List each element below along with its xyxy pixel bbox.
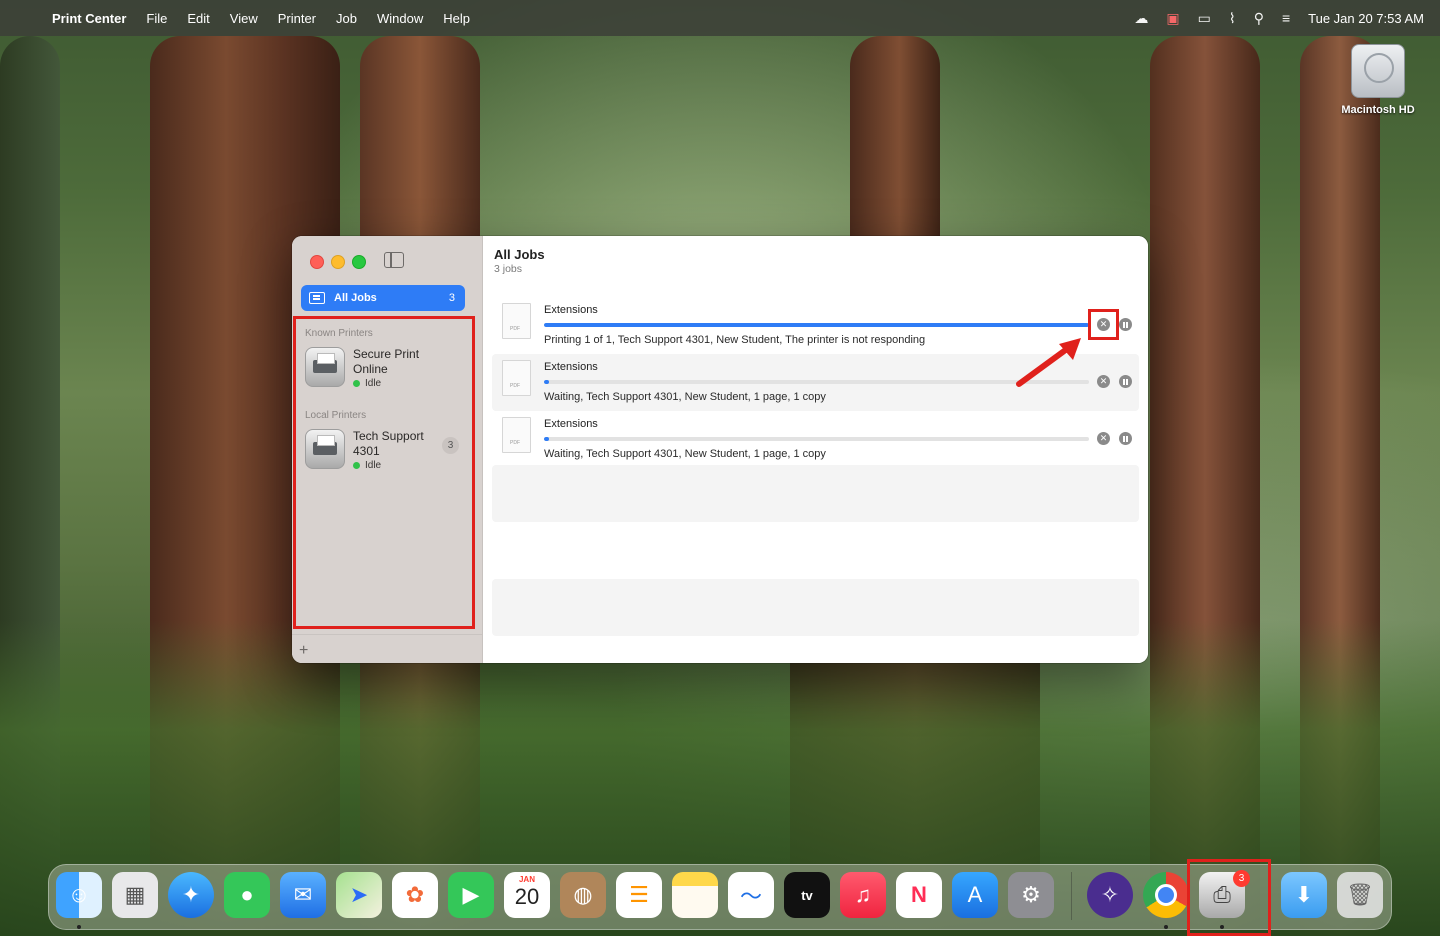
- jobs-pane: All Jobs 3 jobs Extensions Printing 1 of…: [483, 236, 1148, 663]
- search-icon[interactable]: ⚲: [1254, 10, 1264, 27]
- pdf-document-icon: [502, 417, 531, 453]
- apple-tv-icon[interactable]: tv: [784, 872, 830, 918]
- sidebar-item-all-jobs[interactable]: All Jobs 3: [301, 285, 465, 311]
- page-title: All Jobs: [494, 247, 545, 262]
- job-progress-fill: [544, 437, 550, 441]
- job-progress-bar: [544, 437, 1089, 441]
- menu-help[interactable]: Help: [433, 11, 480, 26]
- menu-view[interactable]: View: [220, 11, 268, 26]
- job-count-subtitle: 3 jobs: [494, 263, 523, 275]
- sidebar-toggle-icon[interactable]: [384, 252, 404, 268]
- calendar-icon[interactable]: JAN 20: [504, 872, 550, 918]
- calendar-month: JAN: [518, 875, 535, 884]
- trash-icon[interactable]: 🗑: [1337, 872, 1383, 918]
- menu-clock[interactable]: Tue Jan 20 7:53 AM: [1308, 11, 1424, 26]
- running-indicator: [1164, 925, 1168, 929]
- zoom-window-button[interactable]: [352, 255, 366, 269]
- all-jobs-label: All Jobs: [334, 292, 377, 304]
- downloads-folder-icon[interactable]: ⬇: [1281, 872, 1327, 918]
- mail-icon[interactable]: ✉: [280, 872, 326, 918]
- job-name: Extensions: [544, 361, 598, 373]
- empty-job-row: [492, 579, 1139, 636]
- finder-icon[interactable]: ☺: [56, 872, 102, 918]
- running-indicator: [77, 925, 81, 929]
- job-status: Waiting, Tech Support 4301, New Student,…: [544, 391, 826, 403]
- all-jobs-count: 3: [448, 292, 455, 304]
- add-printer-button[interactable]: +: [299, 642, 308, 660]
- pdf-document-icon: [502, 360, 531, 396]
- annotation-dock-highlight: [1187, 859, 1271, 936]
- battery-icon[interactable]: ▭: [1198, 10, 1211, 27]
- annotation-cancel-highlight: [1088, 309, 1119, 340]
- dock-separator: [1071, 872, 1072, 920]
- pause-job-button[interactable]: [1119, 432, 1132, 445]
- wifi-off-icon[interactable]: ⌇: [1229, 10, 1236, 27]
- window-controls: [310, 255, 366, 269]
- job-name: Extensions: [544, 418, 598, 430]
- job-progress-fill: [544, 323, 1089, 327]
- menu-edit[interactable]: Edit: [177, 11, 219, 26]
- print-center-window: All Jobs 3 Known Printers Secure Print O…: [292, 236, 1148, 663]
- news-icon[interactable]: N: [896, 872, 942, 918]
- annotation-highlight-box: [293, 316, 475, 629]
- launchpad-icon[interactable]: ▦: [112, 872, 158, 918]
- menu-bar: Print Center File Edit View Printer Job …: [0, 0, 1440, 36]
- minimize-window-button[interactable]: [331, 255, 345, 269]
- pause-job-button[interactable]: [1119, 318, 1132, 331]
- calendar-day: 20: [514, 884, 540, 909]
- pdf-document-icon: [502, 303, 531, 339]
- facetime-icon[interactable]: ▶: [448, 872, 494, 918]
- university-icon[interactable]: ✧: [1087, 872, 1133, 918]
- job-progress-bar: [544, 323, 1089, 327]
- job-name: Extensions: [544, 304, 598, 316]
- job-progress-bar: [544, 380, 1089, 384]
- menu-window[interactable]: Window: [367, 11, 433, 26]
- job-row[interactable]: Extensions Waiting, Tech Support 4301, N…: [492, 411, 1139, 468]
- job-status: Waiting, Tech Support 4301, New Student,…: [544, 448, 826, 460]
- menu-file[interactable]: File: [136, 11, 177, 26]
- menu-app-name[interactable]: Print Center: [52, 11, 136, 26]
- running-indicator: [1220, 925, 1224, 929]
- music-icon[interactable]: ♫: [840, 872, 886, 918]
- maps-icon[interactable]: ➤: [336, 872, 382, 918]
- empty-job-row: [492, 465, 1139, 522]
- chrome-icon[interactable]: [1143, 872, 1189, 918]
- desktop-drive[interactable]: Macintosh HD: [1338, 44, 1418, 116]
- messages-icon[interactable]: ●: [224, 872, 270, 918]
- pause-job-button[interactable]: [1119, 375, 1132, 388]
- app-store-icon[interactable]: A: [952, 872, 998, 918]
- creative-cloud-icon[interactable]: ☁: [1134, 10, 1148, 27]
- list-icon: [309, 292, 325, 304]
- job-progress-fill: [544, 380, 550, 384]
- menu-printer[interactable]: Printer: [268, 11, 326, 26]
- safari-icon[interactable]: ✦: [168, 872, 214, 918]
- hard-drive-icon: [1351, 44, 1405, 98]
- system-settings-icon[interactable]: ⚙: [1008, 872, 1054, 918]
- photos-icon[interactable]: ✿: [392, 872, 438, 918]
- cancel-job-button[interactable]: ✕: [1097, 375, 1110, 388]
- screen-recording-icon[interactable]: ▣: [1166, 10, 1179, 27]
- freeform-icon[interactable]: 〜: [728, 872, 774, 918]
- close-window-button[interactable]: [310, 255, 324, 269]
- drive-label: Macintosh HD: [1341, 104, 1415, 116]
- divider: [292, 634, 482, 635]
- cancel-job-button[interactable]: ✕: [1097, 432, 1110, 445]
- menu-job[interactable]: Job: [326, 11, 367, 26]
- sidebar: All Jobs 3 Known Printers Secure Print O…: [292, 236, 483, 663]
- annotation-arrow-icon: [1016, 338, 1081, 387]
- control-center-icon[interactable]: ≡: [1282, 10, 1290, 26]
- job-status: Printing 1 of 1, Tech Support 4301, New …: [544, 334, 926, 346]
- notes-icon[interactable]: [672, 872, 718, 918]
- contacts-icon[interactable]: ◍: [560, 872, 606, 918]
- reminders-icon[interactable]: ☰: [616, 872, 662, 918]
